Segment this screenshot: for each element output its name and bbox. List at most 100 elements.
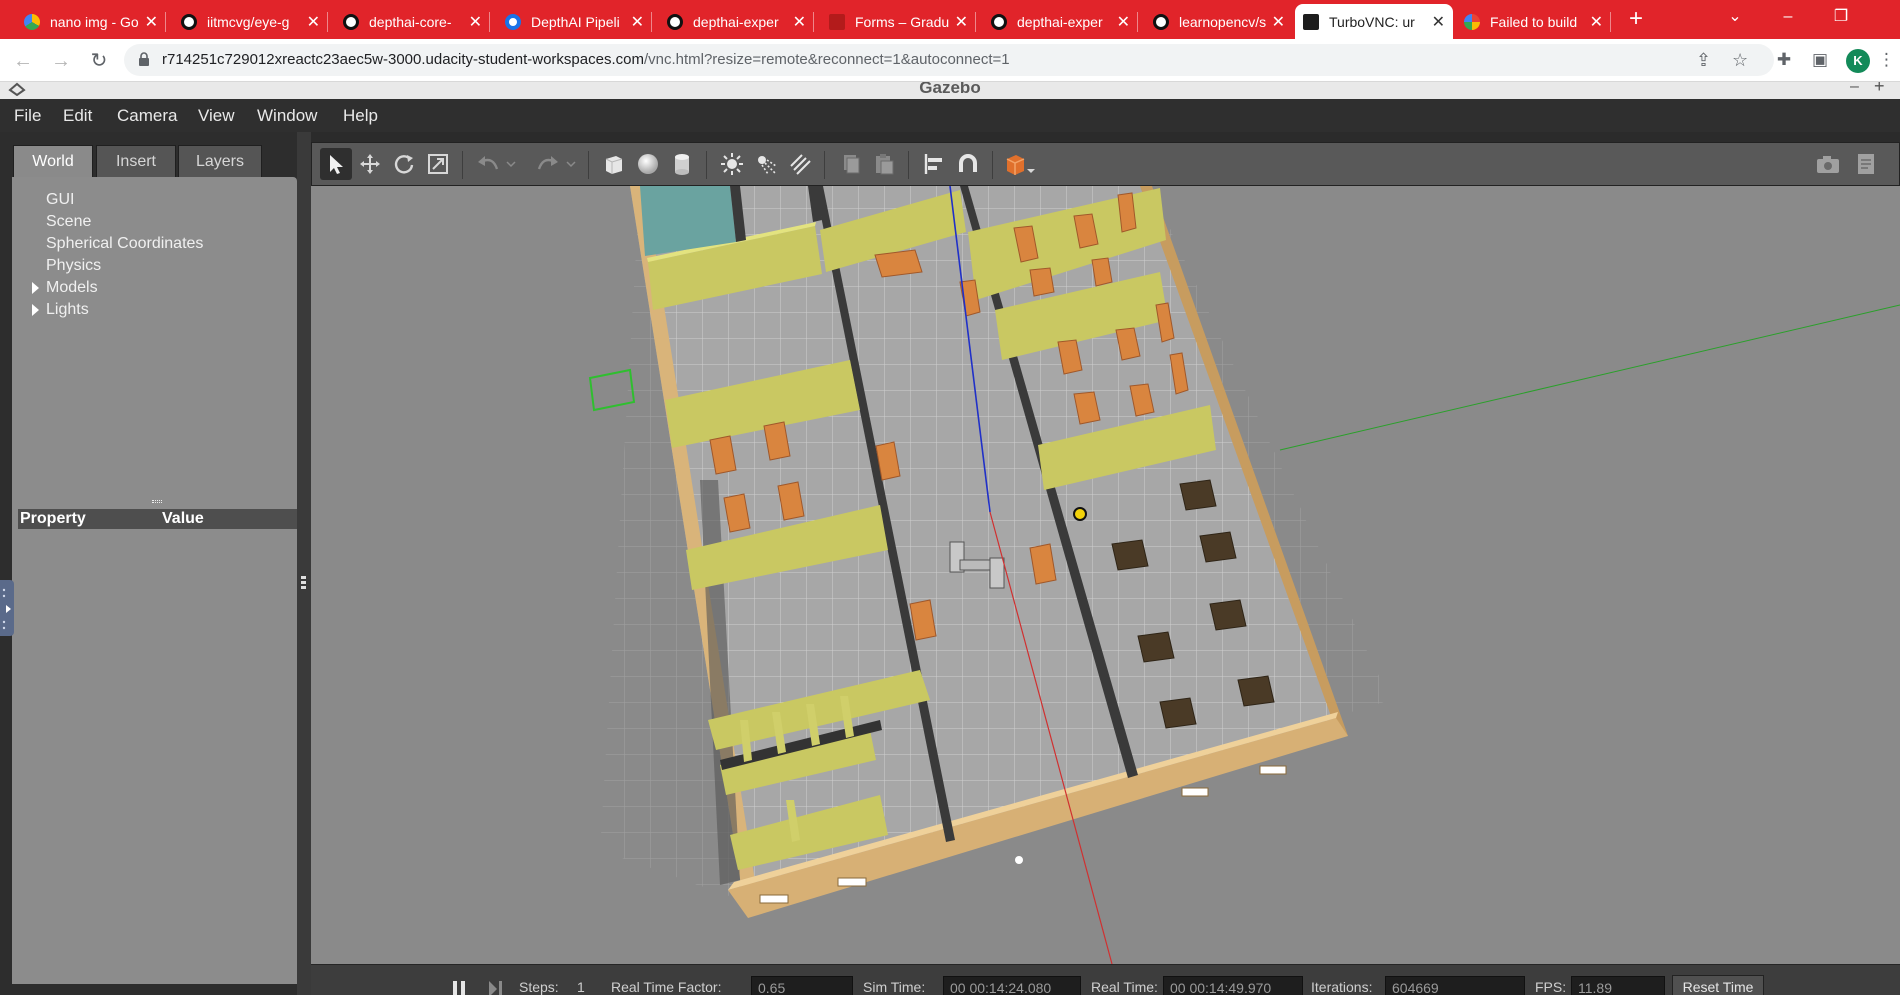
point-light-button[interactable] — [716, 148, 748, 180]
dark-table — [1199, 531, 1237, 563]
point-light-icon — [721, 153, 743, 175]
redo-history-button[interactable] — [562, 148, 580, 180]
cylinder-shape-button[interactable] — [666, 148, 698, 180]
close-icon[interactable]: ✕ — [1590, 12, 1603, 32]
close-icon[interactable]: ✕ — [631, 12, 644, 32]
redo-button[interactable] — [532, 148, 564, 180]
snap-button[interactable] — [952, 148, 984, 180]
more-menu-icon[interactable]: ⋮ — [1878, 48, 1895, 72]
back-button[interactable]: ← — [10, 48, 36, 74]
viewport-toolbar — [311, 142, 1900, 186]
extensions-icon[interactable]: ✚ — [1772, 48, 1796, 72]
steps-value[interactable]: 1 — [577, 979, 585, 995]
tab-layers[interactable]: Layers — [178, 145, 262, 178]
bookmark-star-icon[interactable]: ☆ — [1732, 50, 1748, 71]
restore-icon[interactable]: ❐ — [1818, 0, 1864, 36]
avatar[interactable]: K — [1846, 49, 1870, 73]
close-icon[interactable]: ✕ — [307, 12, 320, 32]
menu-help[interactable]: Help — [343, 106, 378, 126]
menu-camera[interactable]: Camera — [117, 106, 177, 126]
tree-item-gui[interactable]: GUI — [46, 191, 74, 209]
browser-toolbar: ← → ↻ r714251c729012xreactc23aec5w-3000.… — [0, 39, 1900, 82]
browser-tab[interactable]: DepthAI Pipeli ✕ — [497, 4, 652, 39]
redo-icon — [537, 156, 558, 170]
tab-world[interactable]: World — [13, 145, 93, 178]
sphere-shape-button[interactable] — [632, 148, 664, 180]
tab-title: depthai-core- — [369, 13, 452, 30]
menu-view[interactable]: View — [198, 106, 235, 126]
close-icon[interactable]: ✕ — [1117, 12, 1130, 32]
close-icon[interactable]: ✕ — [145, 12, 158, 32]
minimize-icon[interactable]: – — [1850, 82, 1859, 96]
panel-toggle-handle[interactable] — [0, 580, 14, 636]
tree-item-scene[interactable]: Scene — [46, 213, 91, 231]
dark-table — [1237, 675, 1275, 707]
close-icon[interactable]: ✕ — [793, 12, 806, 32]
browser-tab[interactable]: Failed to build ✕ — [1456, 4, 1611, 39]
menu-edit[interactable]: Edit — [63, 106, 92, 126]
tree-item-spherical-coordinates[interactable]: Spherical Coordinates — [46, 235, 203, 253]
3d-viewport[interactable] — [311, 186, 1900, 964]
tree-item-label: Models — [46, 279, 98, 296]
tab-insert[interactable]: Insert — [96, 145, 176, 178]
view-angle-button[interactable] — [1000, 148, 1038, 180]
resize-grip-icon[interactable] — [152, 500, 162, 503]
window — [837, 877, 867, 887]
minimize-icon[interactable]: – — [1765, 0, 1811, 36]
translate-mode-button[interactable] — [354, 148, 386, 180]
reset-time-button[interactable]: Reset Time — [1672, 975, 1764, 995]
menu-file[interactable]: File — [14, 106, 41, 126]
iterations-value: 604669 — [1385, 976, 1525, 995]
log-button[interactable] — [1850, 148, 1882, 180]
forward-button[interactable]: → — [48, 48, 74, 74]
lock-icon[interactable] — [138, 52, 150, 66]
paste-button[interactable] — [868, 148, 900, 180]
tree-item-physics[interactable]: Physics — [46, 257, 101, 275]
browser-tab[interactable]: Forms – Gradu ✕ — [821, 4, 976, 39]
browser-tab-active[interactable]: TurboVNC: ur ✕ — [1295, 4, 1453, 39]
spot-light-button[interactable] — [750, 148, 782, 180]
toolbar-separator — [588, 151, 589, 179]
expand-arrow-icon[interactable] — [32, 282, 39, 294]
maximize-icon[interactable]: + — [1874, 82, 1885, 97]
rotate-mode-button[interactable] — [388, 148, 420, 180]
tree-item-models[interactable]: Models — [32, 279, 98, 297]
share-icon[interactable]: ⇪ — [1696, 50, 1711, 71]
new-tab-button[interactable]: + — [1622, 4, 1650, 34]
browser-tab[interactable]: learnopencv/s ✕ — [1145, 4, 1293, 39]
spot-light-icon — [758, 156, 777, 175]
close-icon[interactable]: ✕ — [469, 12, 482, 32]
box-shape-button[interactable] — [598, 148, 630, 180]
close-icon[interactable]: ✕ — [1272, 12, 1285, 32]
expand-arrow-icon[interactable] — [32, 304, 39, 316]
tree-item-lights[interactable]: Lights — [32, 301, 89, 319]
browser-tab[interactable]: iitmcvg/eye-g ✕ — [173, 4, 328, 39]
cylinder-icon — [675, 154, 689, 175]
undo-button[interactable] — [472, 148, 504, 180]
dark-table — [1111, 539, 1149, 571]
close-icon[interactable]: ✕ — [955, 12, 968, 32]
browser-tab[interactable]: depthai-core- ✕ — [335, 4, 490, 39]
github-icon — [343, 13, 359, 30]
scale-mode-button[interactable] — [422, 148, 454, 180]
panel-splitter[interactable] — [297, 132, 311, 995]
menu-window[interactable]: Window — [257, 106, 317, 126]
select-mode-button[interactable] — [320, 148, 352, 180]
align-icon — [924, 154, 942, 174]
property-table-header: Property Value — [18, 509, 303, 529]
screenshot-button[interactable] — [1812, 148, 1844, 180]
reload-button[interactable]: ↻ — [86, 48, 112, 74]
browser-tab[interactable]: depthai-exper ✕ — [659, 4, 814, 39]
tab-search-icon[interactable]: ⌄ — [1712, 0, 1758, 36]
copy-button[interactable] — [834, 148, 866, 180]
browser-tab[interactable]: depthai-exper ✕ — [983, 4, 1138, 39]
step-icon[interactable] — [487, 981, 507, 995]
close-icon[interactable]: ✕ — [1432, 12, 1445, 32]
align-button[interactable] — [918, 148, 950, 180]
side-panel-icon[interactable]: ▣ — [1808, 48, 1832, 72]
address-bar[interactable]: r714251c729012xreactc23aec5w-3000.udacit… — [124, 44, 1774, 76]
undo-history-button[interactable] — [502, 148, 520, 180]
pause-icon[interactable] — [451, 981, 471, 995]
directional-light-button[interactable] — [784, 148, 816, 180]
browser-tab[interactable]: nano img - Go ✕ — [16, 4, 166, 39]
